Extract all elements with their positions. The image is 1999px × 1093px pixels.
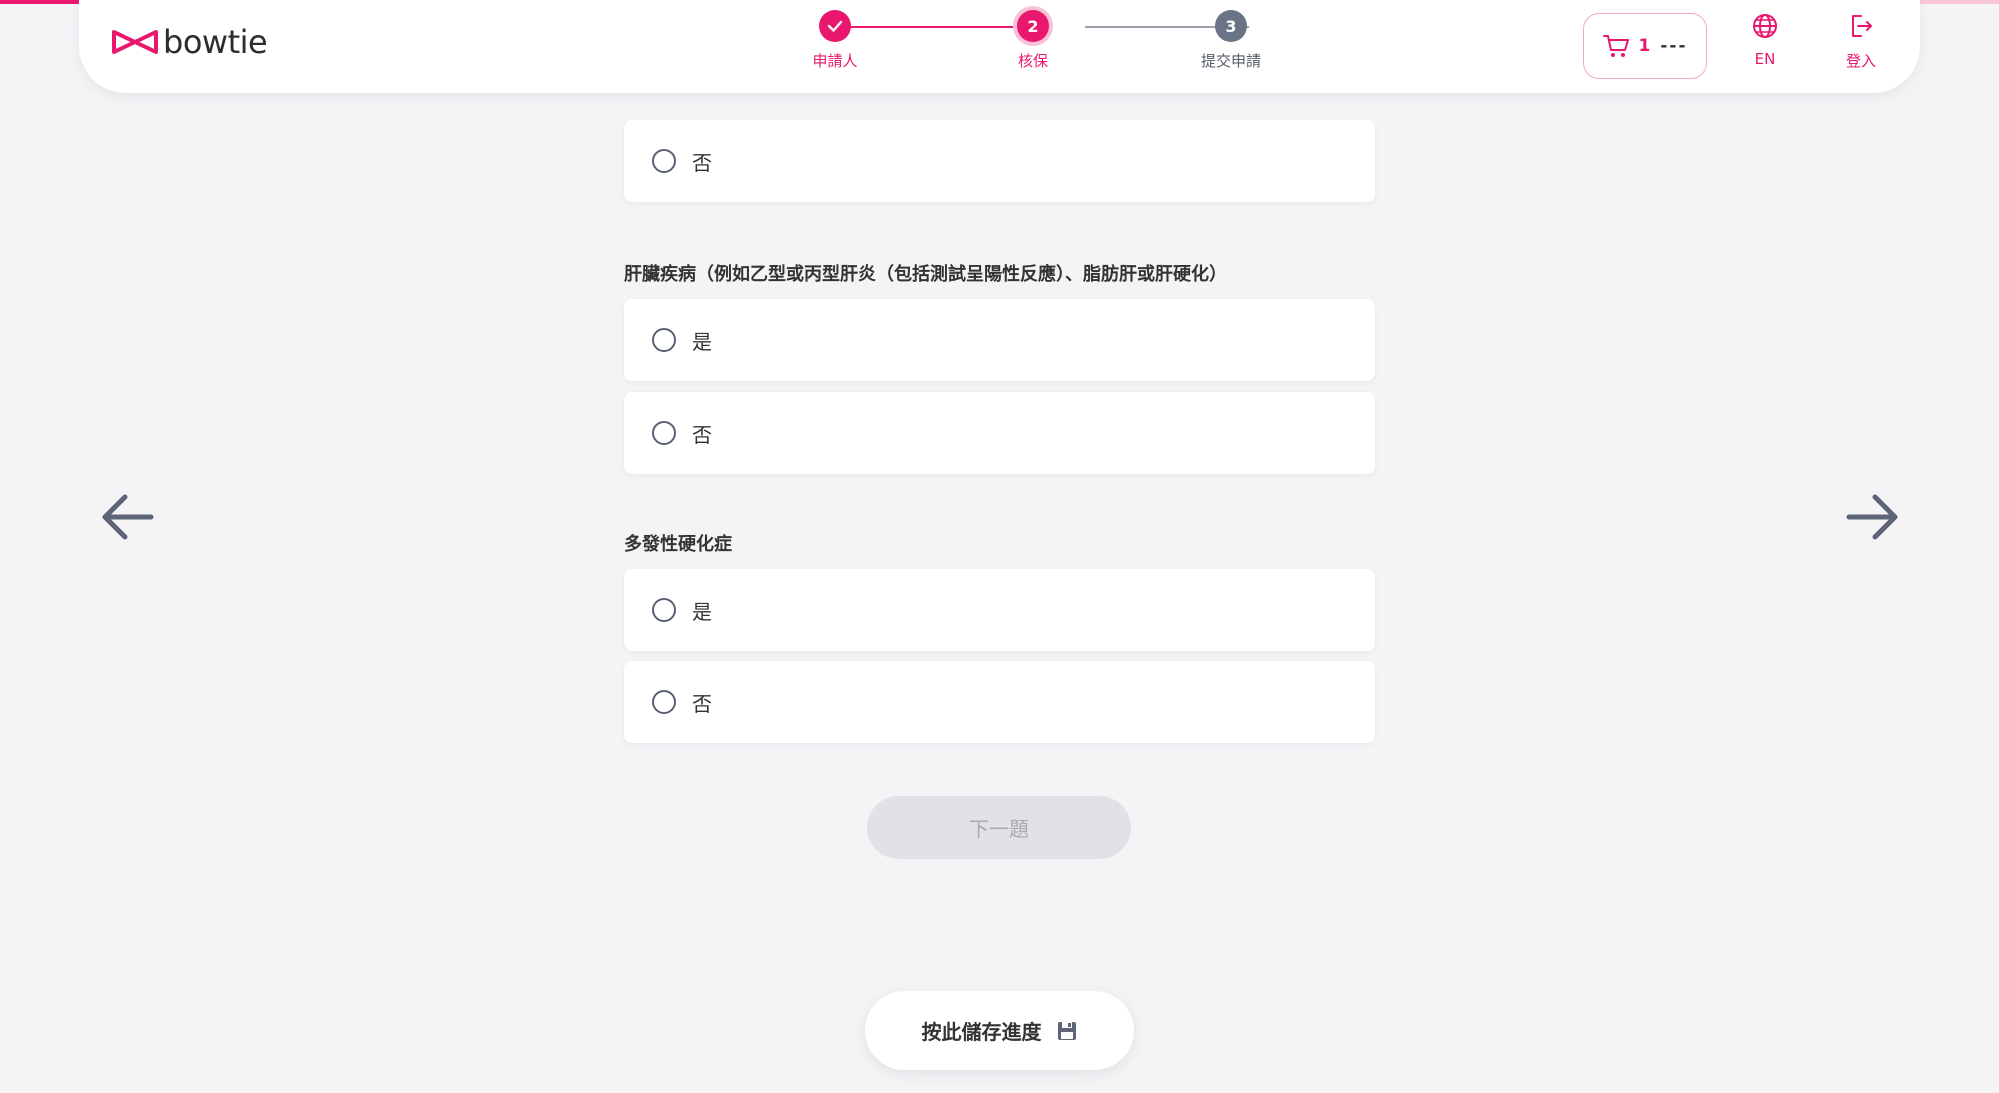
next-question-button[interactable]: 下一題 [867, 796, 1131, 859]
step-number: 2 [1017, 10, 1049, 42]
radio-button[interactable] [652, 598, 676, 622]
option-ms-no[interactable]: 否 [624, 661, 1375, 743]
check-icon [819, 10, 851, 42]
option-ms-yes[interactable]: 是 [624, 569, 1375, 651]
application-stepper: 申請人 2 核保 3 提交申請 [779, 10, 1309, 80]
radio-button[interactable] [652, 149, 676, 173]
language-label: EN [1754, 50, 1776, 68]
header: bowtie 申請人 2 核保 3 提交申請 1 --- EN 登入 [79, 0, 1920, 93]
next-page-button[interactable] [1843, 487, 1903, 547]
radio-button[interactable] [652, 421, 676, 445]
step-applicant[interactable]: 申請人 [785, 10, 885, 71]
cart-button[interactable]: 1 --- [1583, 13, 1707, 79]
option-liver-no[interactable]: 否 [624, 392, 1375, 474]
brand-wordmark: bowtie [163, 23, 268, 61]
logout-icon [1852, 15, 1872, 37]
bowtie-logo[interactable]: bowtie [111, 23, 268, 61]
step-submit[interactable]: 3 提交申請 [1181, 10, 1281, 71]
option-label: 否 [692, 150, 712, 175]
arrow-right-icon [1846, 494, 1898, 540]
globe-icon [1753, 14, 1777, 38]
step-number: 3 [1215, 10, 1247, 42]
bowtie-logo-icon [112, 30, 158, 54]
floppy-disk-icon [1057, 1021, 1076, 1040]
option-liver-yes[interactable]: 是 [624, 299, 1375, 381]
question-liver-disease: 肝臟疾病（例如乙型或丙型肝炎（包括測試呈陽性反應）、脂肪肝或肝硬化） [624, 264, 1227, 285]
option-prev-no[interactable]: 否 [624, 120, 1375, 202]
language-switch-button[interactable]: EN [1730, 12, 1800, 68]
cart-price: --- [1660, 36, 1688, 56]
prev-page-button[interactable] [97, 487, 157, 547]
step-label: 申請人 [812, 52, 858, 70]
question-multiple-sclerosis: 多發性硬化症 [624, 534, 732, 555]
radio-button[interactable] [652, 328, 676, 352]
radio-button[interactable] [652, 690, 676, 714]
option-label: 否 [692, 422, 712, 447]
option-label: 否 [692, 691, 712, 716]
login-label: 登入 [1845, 52, 1876, 70]
step-label: 提交申請 [1200, 52, 1261, 70]
cart-icon [1603, 35, 1630, 57]
login-button[interactable]: 登入 [1826, 12, 1896, 71]
cart-count: 1 [1638, 36, 1651, 56]
option-label: 是 [692, 329, 712, 354]
option-label: 是 [692, 599, 712, 624]
save-progress-label: 按此儲存進度 [921, 1020, 1042, 1044]
save-progress-button[interactable]: 按此儲存進度 [865, 991, 1134, 1070]
step-underwriting[interactable]: 2 核保 [983, 10, 1083, 71]
arrow-left-icon [102, 494, 154, 540]
step-label: 核保 [1017, 52, 1048, 70]
